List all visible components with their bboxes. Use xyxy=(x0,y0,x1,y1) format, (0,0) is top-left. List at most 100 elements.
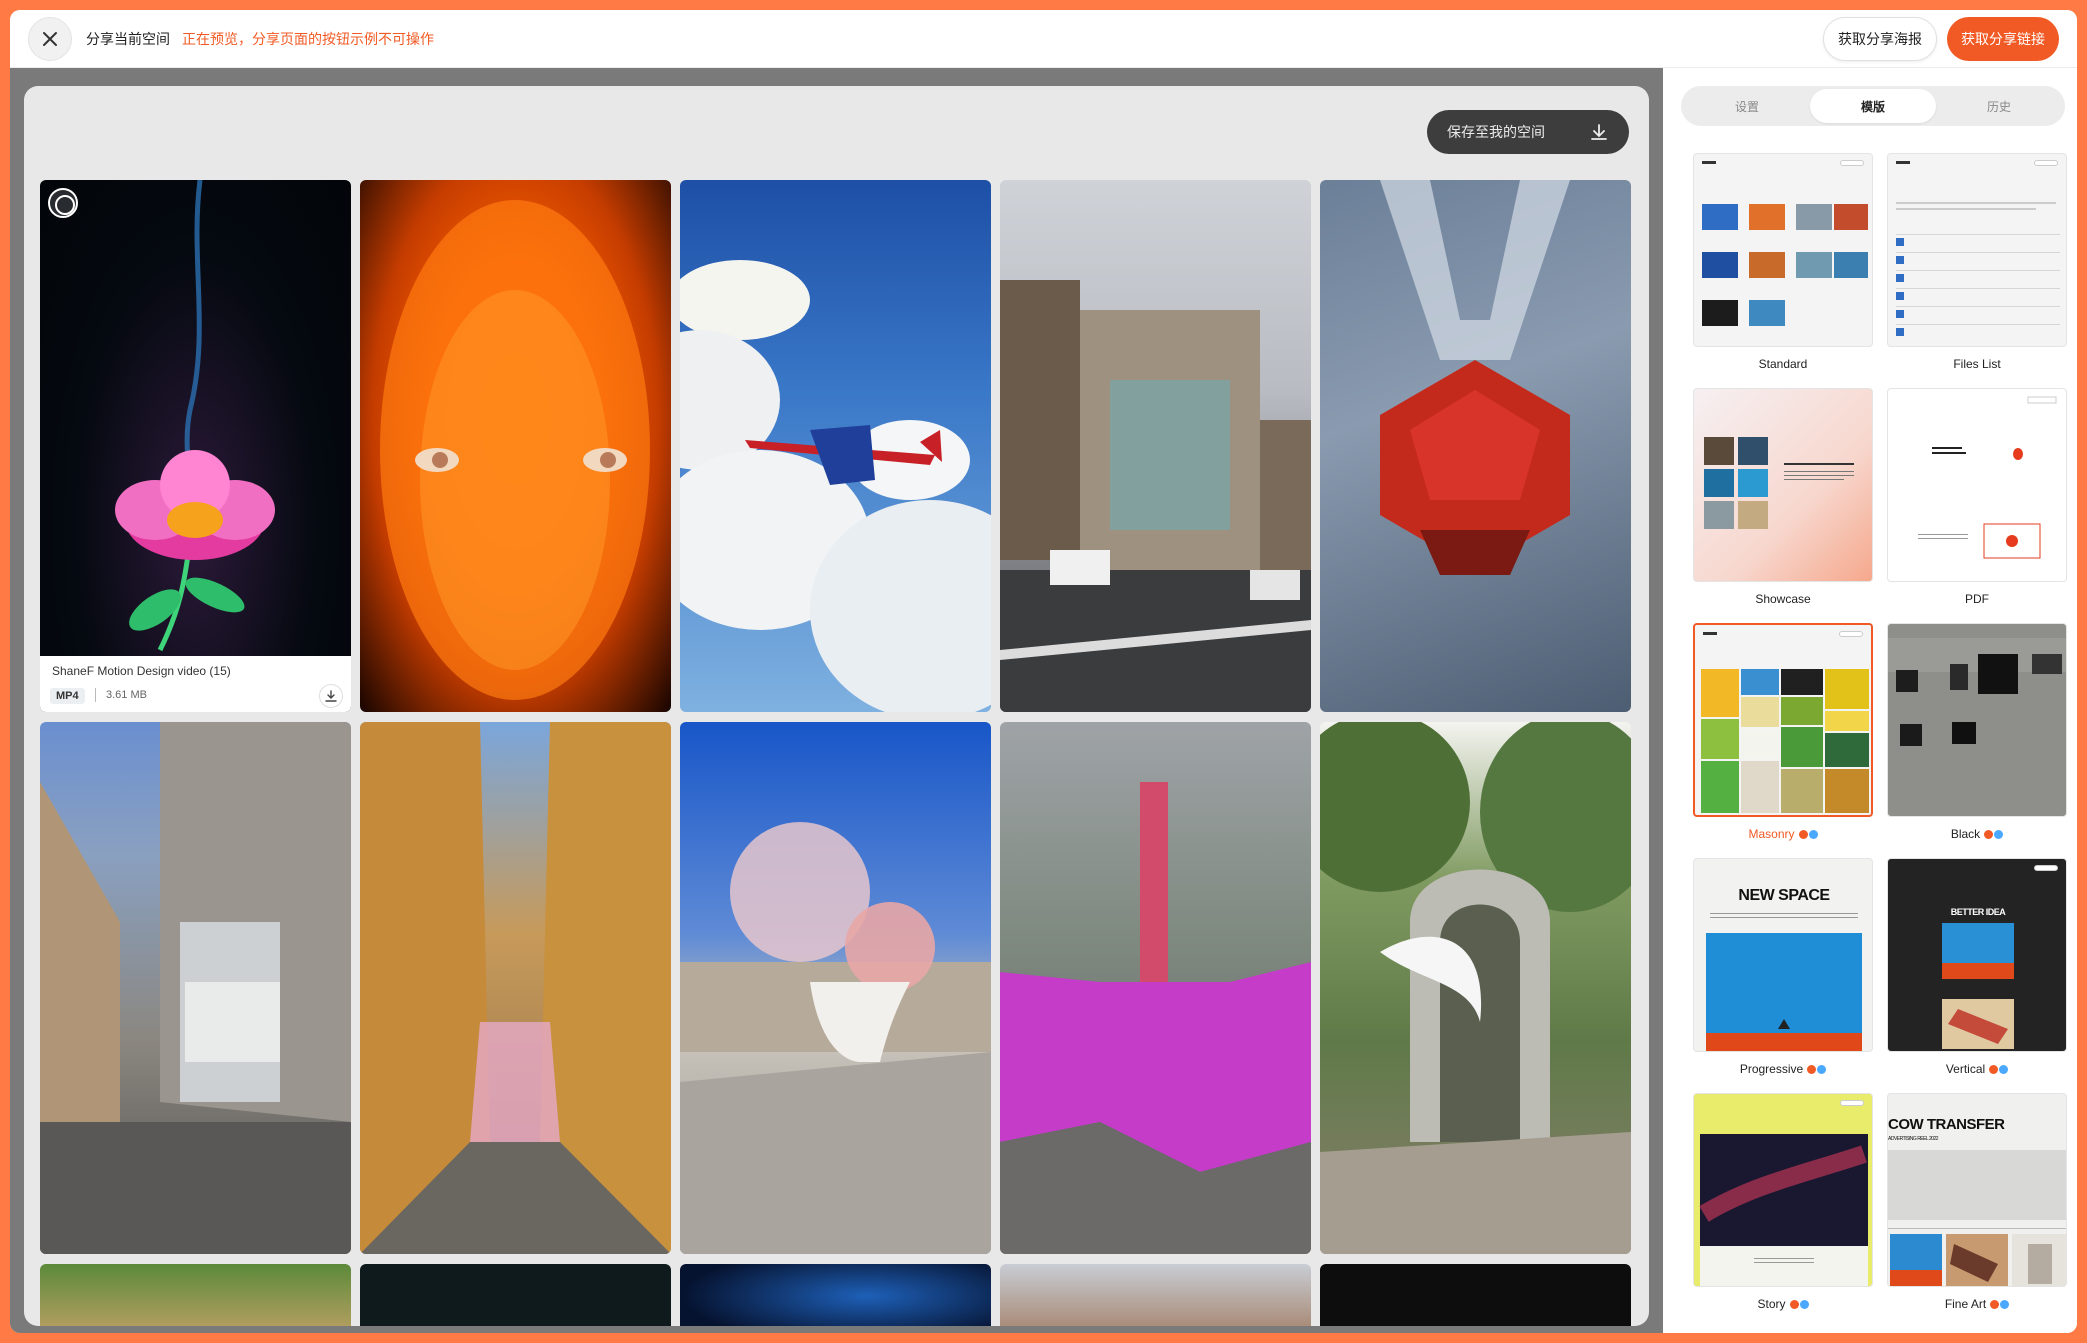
template-name: Black xyxy=(1887,827,2067,841)
graffiti-street-artwork xyxy=(40,722,351,1254)
preview-warning: 正在预览，分享页面的按钮示例不可操作 xyxy=(182,31,434,48)
template-panel: 设置 模版 历史 Standard Files List Showcase PD… xyxy=(1663,68,2077,1333)
tab-settings[interactable]: 设置 xyxy=(1684,89,1810,123)
tab-templates[interactable]: 模版 xyxy=(1810,89,1936,123)
tab-history[interactable]: 历史 xyxy=(1936,89,2062,123)
vertical-thumb-graphic xyxy=(1942,923,2014,1049)
template-name: Story xyxy=(1693,1297,1873,1311)
thumb-button xyxy=(2034,160,2058,166)
save-to-space-label: 保存至我的空间 xyxy=(1447,125,1545,141)
get-link-button[interactable]: 获取分享链接 xyxy=(1947,16,2059,61)
template-vertical[interactable]: BETTER IDEA Vertical xyxy=(1887,858,2067,1076)
template-name-text: Standard xyxy=(1758,357,1808,371)
media-tile[interactable] xyxy=(360,180,671,712)
template-thumbnail xyxy=(1887,388,2067,582)
template-thumbnail: NEW SPACE xyxy=(1693,858,1873,1052)
brand-mark xyxy=(1703,632,1717,635)
close-button[interactable] xyxy=(28,16,72,61)
premium-badge xyxy=(1989,1064,2009,1074)
template-files-list[interactable]: Files List xyxy=(1887,153,2067,371)
template-showcase[interactable]: Showcase xyxy=(1693,388,1873,606)
fountain-park-artwork xyxy=(1320,722,1631,1254)
template-thumbnail xyxy=(1693,1093,1873,1287)
template-name: Files List xyxy=(1887,357,2067,371)
premium-badge xyxy=(1807,1064,1827,1074)
dodecahedron-artwork xyxy=(1380,180,1570,575)
preview-area: 保存至我的空间 ShaneF Motion Design video (15) … xyxy=(10,68,1663,1333)
media-tile[interactable] xyxy=(1320,180,1631,712)
media-tile[interactable] xyxy=(40,722,351,1254)
thumb-button xyxy=(1839,631,1863,637)
template-thumbnail xyxy=(1887,623,2067,817)
select-checkbox[interactable] xyxy=(48,188,78,218)
media-tile[interactable] xyxy=(1000,722,1311,1254)
template-name: Showcase xyxy=(1693,592,1873,606)
black-thumb-graphic xyxy=(1888,638,2066,746)
preview-card: 保存至我的空间 ShaneF Motion Design video (15) … xyxy=(24,86,1649,1326)
brand-mark xyxy=(1896,161,1910,164)
media-tile[interactable] xyxy=(1000,180,1311,712)
template-name-text: Showcase xyxy=(1755,592,1811,606)
media-tile[interactable] xyxy=(360,1264,671,1326)
thumb-button xyxy=(2034,865,2058,871)
template-thumbnail xyxy=(1693,388,1873,582)
template-name-text: Progressive xyxy=(1739,1062,1804,1076)
divider xyxy=(95,688,96,702)
media-tile[interactable] xyxy=(1320,722,1631,1254)
template-progressive[interactable]: NEW SPACE Progressive xyxy=(1693,858,1873,1076)
narrow-alley-artwork xyxy=(360,722,671,1254)
template-name-text: PDF xyxy=(1965,592,1989,606)
template-standard[interactable]: Standard xyxy=(1693,153,1873,371)
template-name-text: Files List xyxy=(1953,357,2001,371)
media-tile[interactable] xyxy=(680,180,991,712)
template-fine-art[interactable]: COW TRANSFER ADVERTISING REEL 2022 Fine … xyxy=(1887,1093,2067,1311)
template-name-text: Black xyxy=(1950,827,1981,841)
media-tile[interactable] xyxy=(40,1264,351,1326)
template-masonry[interactable]: Masonry xyxy=(1693,623,1873,841)
media-tile[interactable] xyxy=(680,722,991,1254)
get-poster-button[interactable]: 获取分享海报 xyxy=(1823,16,1937,61)
media-tile[interactable] xyxy=(680,1264,991,1326)
top-actions: 获取分享海报 获取分享链接 xyxy=(1823,16,2059,61)
template-name-text: Story xyxy=(1757,1297,1786,1311)
file-size: 3.61 MB xyxy=(106,689,147,701)
media-tile[interactable] xyxy=(1000,1264,1311,1326)
download-icon xyxy=(325,690,337,702)
template-name: Fine Art xyxy=(1887,1297,2067,1311)
showcase-thumb-graphic xyxy=(1704,437,1854,529)
flower-artwork xyxy=(115,180,275,652)
close-icon xyxy=(43,31,57,46)
template-name: Masonry xyxy=(1693,827,1873,841)
template-name-text: Fine Art xyxy=(1944,1297,1987,1311)
media-tile[interactable] xyxy=(360,722,671,1254)
template-name: Standard xyxy=(1693,357,1873,371)
page-title: 分享当前空间 xyxy=(86,31,170,48)
premium-badge xyxy=(1789,1299,1809,1309)
template-name: Vertical xyxy=(1887,1062,2067,1076)
template-story[interactable]: Story xyxy=(1693,1093,1873,1311)
plane-sky-artwork xyxy=(680,260,991,712)
thumb-heading: COW TRANSFER xyxy=(1888,1116,2005,1133)
pdf-thumb-graphic xyxy=(1918,396,2057,559)
template-black[interactable]: Black xyxy=(1887,623,2067,841)
template-name-text: Masonry xyxy=(1748,827,1795,841)
template-thumbnail: COW TRANSFER ADVERTISING REEL 2022 xyxy=(1887,1093,2067,1287)
template-name-text: Vertical xyxy=(1945,1062,1986,1076)
story-thumb-graphic xyxy=(1699,1134,1868,1286)
media-tile[interactable] xyxy=(1320,1264,1631,1326)
share-window: 分享当前空间 正在预览，分享页面的按钮示例不可操作 获取分享海报 获取分享链接 … xyxy=(10,10,2077,1333)
template-thumbnail: BETTER IDEA xyxy=(1887,858,2067,1052)
template-pdf[interactable]: PDF xyxy=(1887,388,2067,606)
file-download-button[interactable] xyxy=(319,684,343,708)
template-name: PDF xyxy=(1887,592,2067,606)
files-list-thumb-graphic xyxy=(1896,202,2060,336)
bubble-sculpture-artwork xyxy=(680,822,991,1254)
top-bar: 分享当前空间 正在预览，分享页面的按钮示例不可操作 获取分享海报 获取分享链接 xyxy=(10,10,2077,68)
purple-grass-artwork xyxy=(1000,782,1311,1254)
premium-badge xyxy=(1984,829,2004,839)
thumb-subheading: ADVERTISING REEL 2022 xyxy=(1888,1136,1939,1142)
save-to-space-button[interactable]: 保存至我的空间 xyxy=(1427,110,1629,154)
masonry-thumb-graphic xyxy=(1701,669,1869,813)
media-tile[interactable]: ShaneF Motion Design video (15) MP4 3.61… xyxy=(40,180,351,712)
panel-tabs: 设置 模版 历史 xyxy=(1681,86,2065,126)
